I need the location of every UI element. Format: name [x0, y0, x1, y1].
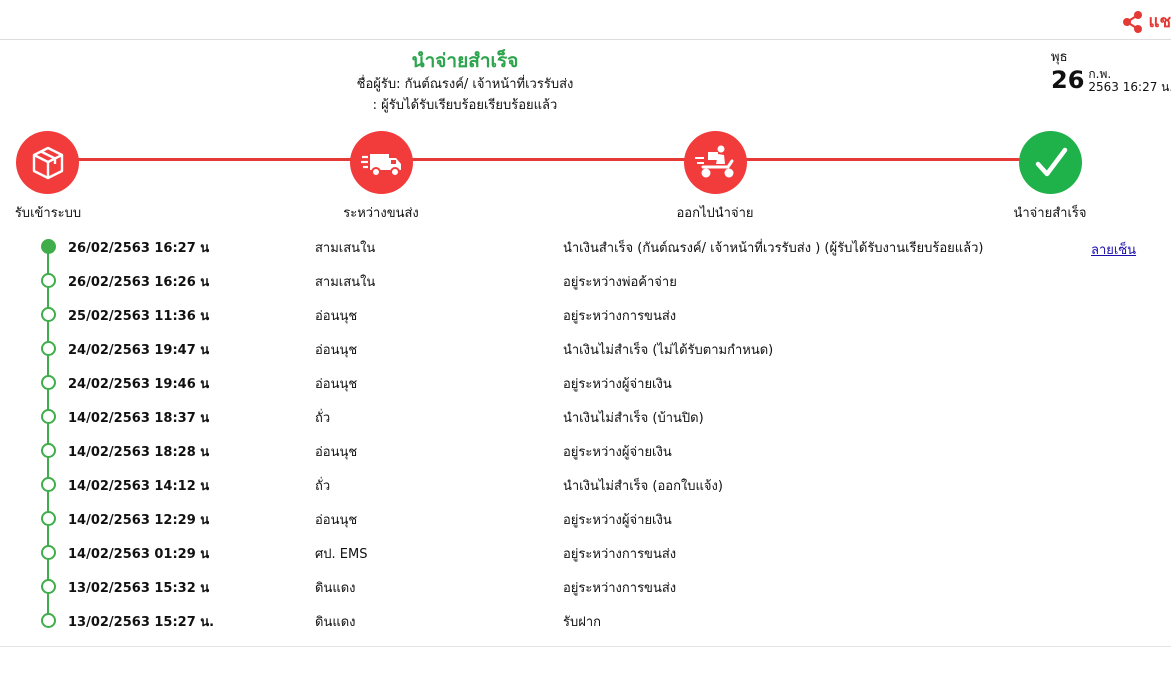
- row-location: ศป. EMS: [315, 547, 368, 562]
- row-location: อ่อนนุช: [315, 377, 358, 392]
- row-datetime: 14/02/2563 18:37 น: [68, 411, 210, 426]
- receiver-name: ชื่อผู้รับ: กันต์ณรงค์/ เจ้าหน้าที่เวรรั…: [356, 77, 574, 92]
- timeline-dot-current: [41, 239, 56, 254]
- row-location: อ่อนนุช: [315, 445, 358, 460]
- row-location: อ่อนนุช: [315, 513, 358, 528]
- row-datetime: 13/02/2563 15:32 น: [68, 581, 210, 596]
- timeline-dot: [41, 443, 56, 458]
- share-button[interactable]: แช: [1121, 8, 1171, 35]
- delivery-date: พุธ 26 ก.พ. 2563 16:27 น.: [1051, 50, 1171, 94]
- timeline-row: 14/02/2563 18:28 น อ่อนนุช อยู่ระหว่างผู…: [0, 433, 1171, 467]
- step-out-for-delivery: [684, 131, 747, 194]
- receiver-note: : ผู้รับได้รับเรียบร้อยเรียบร้อยแล้ว: [372, 98, 558, 113]
- timeline-dot: [41, 341, 56, 356]
- timeline-dot: [41, 579, 56, 594]
- row-datetime: 14/02/2563 18:28 น: [68, 445, 210, 460]
- timeline-row: 25/02/2563 11:36 น อ่อนนุช อยู่ระหว่างกา…: [0, 297, 1171, 331]
- row-status: อยู่ระหว่างการขนส่ง: [563, 547, 677, 562]
- timeline-row: 13/02/2563 15:27 น. ดินแดง รับฝาก: [0, 603, 1171, 637]
- row-location: อ่อนนุช: [315, 343, 358, 358]
- row-location: สามเสนใน: [315, 275, 376, 290]
- progress-line: [48, 158, 1050, 161]
- row-location: อ่อนนุช: [315, 309, 358, 324]
- row-status: นำเงินไม่สำเร็จ (บ้านปิด): [563, 411, 704, 426]
- signature-link[interactable]: ลายเซ็น: [1091, 239, 1136, 260]
- timeline-dot: [41, 477, 56, 492]
- progress-tracker: รับเข้าระบบ ระหว่างขนส่ง ออกไปนำจ่าย นำจ…: [0, 128, 1171, 224]
- row-datetime: 14/02/2563 12:29 น: [68, 513, 210, 528]
- row-status: นำเงินสำเร็จ (กันต์ณรงค์/ เจ้าหน้าที่เวร…: [563, 241, 984, 256]
- timeline-row: 14/02/2563 01:29 น ศป. EMS อยู่ระหว่างกา…: [0, 535, 1171, 569]
- row-location: ดินแดง: [315, 615, 356, 630]
- step-label-out-for-delivery: ออกไปนำจ่าย: [676, 206, 754, 221]
- truck-icon: [360, 153, 401, 177]
- row-datetime: 14/02/2563 14:12 น: [68, 479, 210, 494]
- timeline-row: 24/02/2563 19:47 น อ่อนนุช นำเงินไม่สำเร…: [0, 331, 1171, 365]
- row-location: ดินแดง: [315, 581, 356, 596]
- step-delivered: [1019, 131, 1082, 194]
- row-location: สามเสนใน: [315, 241, 376, 256]
- step-label-delivered: นำจ่ายสำเร็จ: [1013, 206, 1087, 221]
- date-day-number: 26: [1051, 66, 1085, 94]
- row-status: อยู่ระหว่างพ่อค้าจ่าย: [563, 275, 677, 290]
- timeline-row: 26/02/2563 16:27 น สามเสนใน นำเงินสำเร็จ…: [0, 229, 1171, 263]
- step-received: [16, 131, 79, 194]
- step-label-received: รับเข้าระบบ: [14, 206, 82, 221]
- row-status: นำเงินไม่สำเร็จ (ออกใบแจ้ง): [563, 479, 723, 494]
- row-status: อยู่ระหว่างผู้จ่ายเงิน: [563, 377, 672, 392]
- row-status: อยู่ระหว่างผู้จ่ายเงิน: [563, 513, 672, 528]
- row-datetime: 24/02/2563 19:47 น: [68, 343, 210, 358]
- row-datetime: 26/02/2563 16:26 น: [68, 275, 210, 290]
- step-in-transit: [350, 131, 413, 194]
- check-icon: [1035, 147, 1067, 176]
- timeline-row: 14/02/2563 14:12 น ถั่ว นำเงินไม่สำเร็จ …: [0, 467, 1171, 501]
- row-status: รับฝาก: [563, 615, 602, 630]
- row-status: อยู่ระหว่างผู้จ่ายเงิน: [563, 445, 672, 460]
- timeline-dot: [41, 307, 56, 322]
- step-label-in-transit: ระหว่างขนส่ง: [343, 206, 419, 221]
- date-year-time: 2563 16:27 น.: [1088, 80, 1171, 94]
- row-location: ถั่ว: [315, 479, 331, 494]
- row-datetime: 13/02/2563 15:27 น.: [68, 615, 215, 630]
- row-status: นำเงินไม่สำเร็จ (ไม่ได้รับตามกำหนด): [563, 343, 774, 358]
- row-status: อยู่ระหว่างการขนส่ง: [563, 309, 677, 324]
- delivery-status-header: นำจ่ายสำเร็จ ชื่อผู้รับ: กันต์ณรงค์/ เจ้…: [265, 48, 665, 116]
- timeline-dot: [41, 511, 56, 526]
- row-datetime: 26/02/2563 16:27 น: [68, 241, 210, 256]
- row-datetime: 14/02/2563 01:29 น: [68, 547, 210, 562]
- timeline-dot: [41, 375, 56, 390]
- row-location: ถั่ว: [315, 411, 331, 426]
- top-bar: แช: [0, 0, 1171, 40]
- row-status: อยู่ระหว่างการขนส่ง: [563, 581, 677, 596]
- timeline-dot: [41, 613, 56, 628]
- timeline-row: 26/02/2563 16:26 น สามเสนใน อยู่ระหว่างพ…: [0, 263, 1171, 297]
- timeline-row: 14/02/2563 12:29 น อ่อนนุช อยู่ระหว่างผู…: [0, 501, 1171, 535]
- share-icon: [1122, 10, 1142, 33]
- bottom-divider: [0, 646, 1171, 647]
- timeline-dot: [41, 273, 56, 288]
- timeline-row: 14/02/2563 18:37 น ถั่ว นำเงินไม่สำเร็จ …: [0, 399, 1171, 433]
- timeline-dot: [41, 545, 56, 560]
- timeline-row: 13/02/2563 15:32 น ดินแดง อยู่ระหว่างการ…: [0, 569, 1171, 603]
- timeline-row: 24/02/2563 19:46 น อ่อนนุช อยู่ระหว่างผู…: [0, 365, 1171, 399]
- delivery-scooter-icon: [694, 145, 733, 177]
- status-title: นำจ่ายสำเร็จ: [411, 50, 519, 72]
- row-datetime: 24/02/2563 19:46 น: [68, 377, 210, 392]
- row-datetime: 25/02/2563 11:36 น: [68, 309, 210, 324]
- share-label: แช: [1148, 12, 1171, 32]
- date-weekday: พุธ: [1051, 50, 1068, 65]
- box-icon: [32, 146, 63, 179]
- timeline-dot: [41, 409, 56, 424]
